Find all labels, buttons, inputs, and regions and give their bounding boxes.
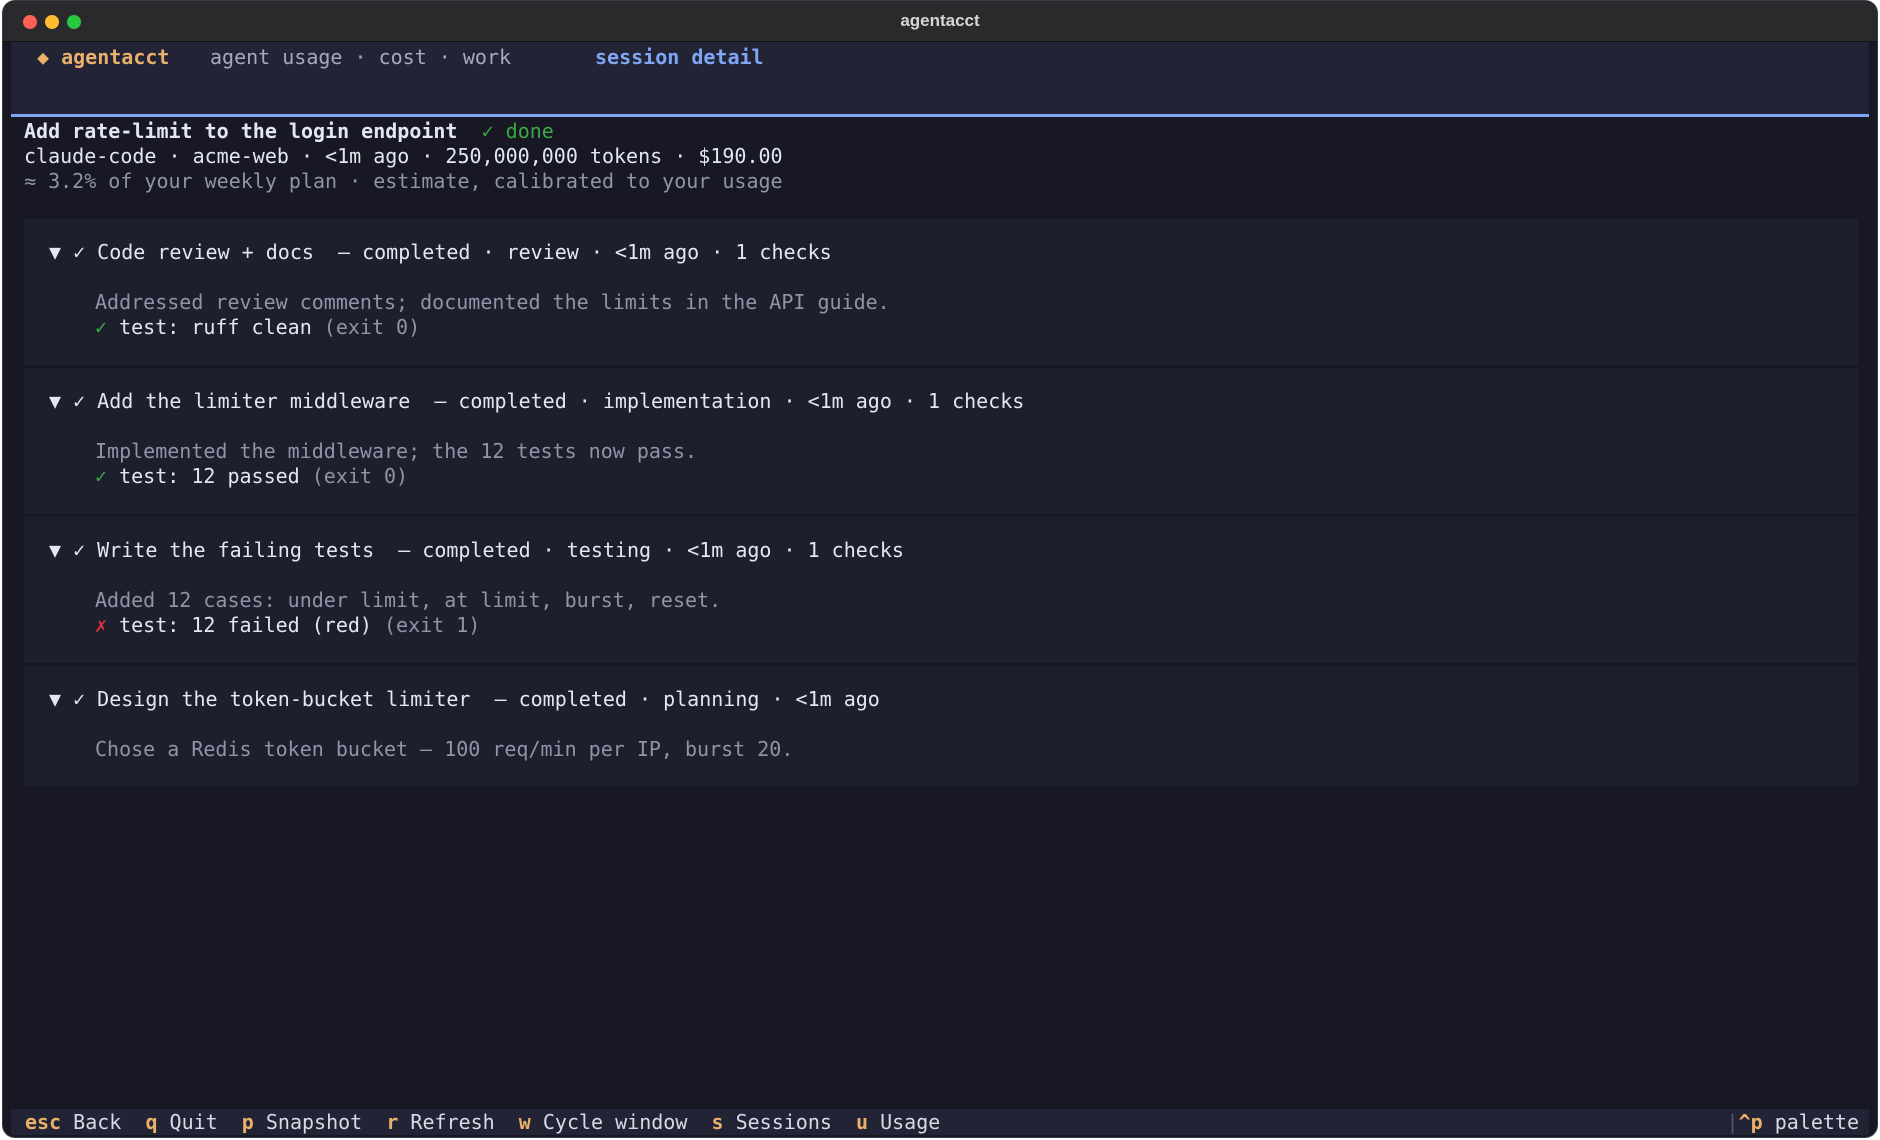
binding-key: esc (25, 1110, 62, 1134)
brand-name: agentacct (61, 45, 170, 69)
command-palette-hint[interactable]: |^p palette (1727, 1110, 1859, 1134)
session-summary: Add rate-limit to the login endpoint ✓ d… (24, 119, 783, 194)
check-exit-code: (exit 1) (384, 613, 481, 637)
binding-key: p (241, 1110, 254, 1134)
terminal-window: agentacct ◆ agentacct agent usage · cost… (3, 1, 1877, 1137)
tagline: agent usage · cost · work (210, 45, 512, 69)
title-bar: agentacct (3, 1, 1877, 42)
check-pass-icon: ✓ (95, 464, 108, 488)
check-text: test: 12 passed (119, 464, 300, 488)
session-status: ✓ done (481, 119, 554, 143)
task-card[interactable]: ▼ ✓ Add the limiter middleware — complet… (24, 368, 1858, 514)
binding-quit[interactable]: q Quit (145, 1110, 217, 1134)
task-card[interactable]: ▼ ✓ Code review + docs — completed · rev… (24, 219, 1858, 365)
binding-label: Quit (169, 1110, 218, 1134)
binding-refresh[interactable]: r Refresh (386, 1110, 494, 1134)
binding-key: q (145, 1110, 158, 1134)
task-check: ✗ test: 12 failed (red) (exit 1) (95, 613, 480, 637)
window-title: agentacct (900, 11, 980, 30)
brand: ◆ agentacct (37, 45, 169, 69)
header-divider (11, 114, 1869, 117)
binding-key: w (518, 1110, 531, 1134)
binding-snapshot[interactable]: p Snapshot (242, 1110, 362, 1134)
check-fail-icon: ✗ (95, 613, 108, 637)
binding-label: Cycle window (542, 1110, 688, 1134)
task-header[interactable]: ▼ ✓ Write the failing tests — completed … (49, 538, 904, 562)
check-text: test: ruff clean (119, 315, 312, 339)
task-check: ✓ test: ruff clean (exit 0) (95, 315, 420, 339)
diamond-icon: ◆ (37, 45, 50, 69)
plan-estimate: ≈ 3.2% of your weekly plan · estimate, c… (24, 169, 783, 193)
palette-key: ^p (1738, 1110, 1763, 1134)
session-title: Add rate-limit to the login endpoint (24, 119, 458, 143)
binding-sessions[interactable]: s Sessions (711, 1110, 831, 1134)
key-bindings-footer: esc Back q Quit p Snapshot r Refresh w C… (11, 1109, 1869, 1135)
binding-key: u (856, 1110, 869, 1134)
check-text: test: 12 failed (red) (119, 613, 372, 637)
session-meta: claude-code · acme-web · <1m ago · 250,0… (24, 144, 783, 168)
task-description: Addressed review comments; documented th… (95, 290, 890, 314)
task-card[interactable]: ▼ ✓ Design the token-bucket limiter — co… (24, 666, 1858, 786)
check-exit-code: (exit 0) (311, 464, 409, 488)
binding-key: r (386, 1110, 399, 1134)
task-description: Implemented the middleware; the 12 tests… (95, 439, 698, 463)
task-description: Added 12 cases: under limit, at limit, b… (95, 588, 722, 612)
app-header: ◆ agentacct agent usage · cost · work se… (11, 42, 1869, 114)
task-header[interactable]: ▼ ✓ Code review + docs — completed · rev… (49, 240, 832, 264)
task-description: Chose a Redis token bucket — 100 req/min… (95, 737, 794, 761)
section-title: session detail (595, 45, 764, 69)
binding-label: Refresh (410, 1110, 495, 1134)
task-check: ✓ test: 12 passed (exit 0) (95, 464, 408, 488)
binding-key: s (711, 1110, 724, 1134)
task-header[interactable]: ▼ ✓ Design the token-bucket limiter — co… (49, 687, 880, 711)
check-pass-icon: ✓ (95, 315, 108, 339)
check-exit-code: (exit 0) (323, 315, 421, 339)
binding-label: Snapshot (265, 1110, 363, 1134)
binding-label: Back (73, 1110, 122, 1134)
key-bindings: esc Back q Quit p Snapshot r Refresh w C… (25, 1110, 940, 1134)
palette-label: palette (1774, 1110, 1859, 1134)
task-header[interactable]: ▼ ✓ Add the limiter middleware — complet… (49, 389, 1024, 413)
binding-usage[interactable]: u Usage (856, 1110, 940, 1134)
binding-label: Usage (880, 1110, 941, 1134)
binding-label: Sessions (735, 1110, 832, 1134)
task-card[interactable]: ▼ ✓ Write the failing tests — completed … (24, 517, 1858, 663)
footer-separator: | (1726, 1110, 1739, 1134)
binding-back[interactable]: esc Back (25, 1110, 121, 1134)
binding-cycle-window[interactable]: w Cycle window (519, 1110, 688, 1134)
